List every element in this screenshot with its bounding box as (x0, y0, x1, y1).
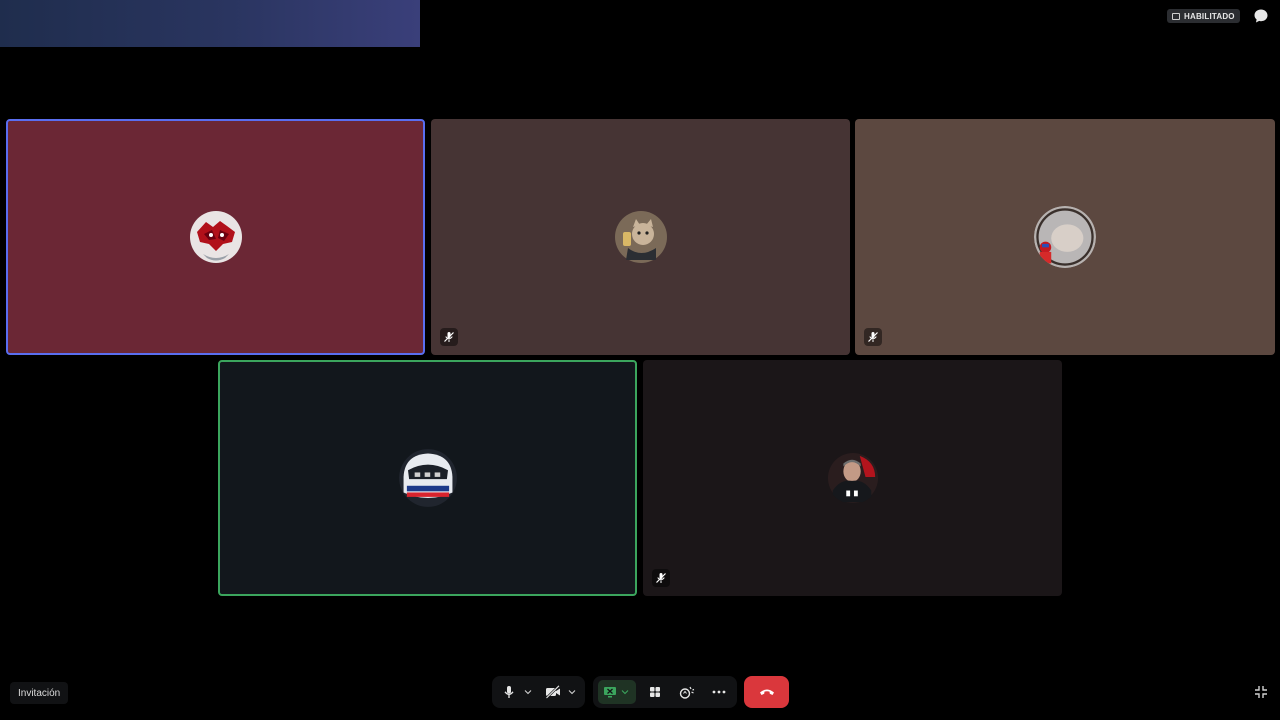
invite-button[interactable]: Invitación (10, 682, 69, 704)
activity-controls (593, 676, 737, 708)
chat-bubble-icon[interactable] (1253, 8, 1269, 24)
hang-up-icon (759, 689, 774, 695)
avatar (189, 211, 242, 263)
camera-options-button[interactable] (566, 679, 578, 705)
chevron-down-icon (568, 690, 576, 695)
mic-muted-indicator (864, 328, 882, 346)
exit-fullscreen-icon[interactable] (1254, 685, 1268, 699)
more-icon (712, 690, 726, 694)
mic-muted-indicator (652, 569, 670, 587)
activities-button[interactable] (642, 679, 668, 705)
audio-video-controls (492, 676, 585, 708)
participant-tile-2[interactable] (431, 119, 850, 355)
microphone-icon (504, 686, 514, 698)
camera-button[interactable] (540, 679, 566, 705)
screen-icon (1172, 12, 1180, 20)
participant-tile-3[interactable] (855, 119, 1275, 355)
mic-muted-indicator (440, 328, 458, 346)
participant-tile-4[interactable] (218, 360, 637, 596)
invite-button-label: Invitación (18, 687, 61, 699)
soundboard-button[interactable] (674, 679, 700, 705)
status-badge: HABILITADO (1167, 9, 1240, 23)
participant-tile-1[interactable] (6, 119, 425, 355)
disconnect-button[interactable] (744, 676, 789, 708)
microphone-button[interactable] (496, 679, 522, 705)
mic-muted-icon (656, 573, 666, 583)
avatar (827, 452, 878, 504)
more-options-button[interactable] (706, 679, 732, 705)
activities-icon (650, 687, 660, 697)
status-badge-label: HABILITADO (1184, 11, 1235, 21)
stream-preview-strip[interactable] (0, 0, 420, 47)
avatar (398, 449, 457, 507)
screen-share-button[interactable] (598, 680, 636, 704)
soundboard-icon (679, 686, 695, 699)
avatar (614, 211, 667, 263)
avatar (1034, 206, 1096, 268)
screen-share-icon (604, 687, 616, 698)
mic-muted-icon (868, 332, 878, 342)
mic-muted-icon (444, 332, 454, 342)
microphone-options-button[interactable] (522, 679, 534, 705)
chevron-down-icon (524, 690, 532, 695)
participant-tile-5[interactable] (643, 360, 1062, 596)
camera-off-icon (545, 685, 560, 699)
chevron-down-icon (621, 690, 629, 695)
